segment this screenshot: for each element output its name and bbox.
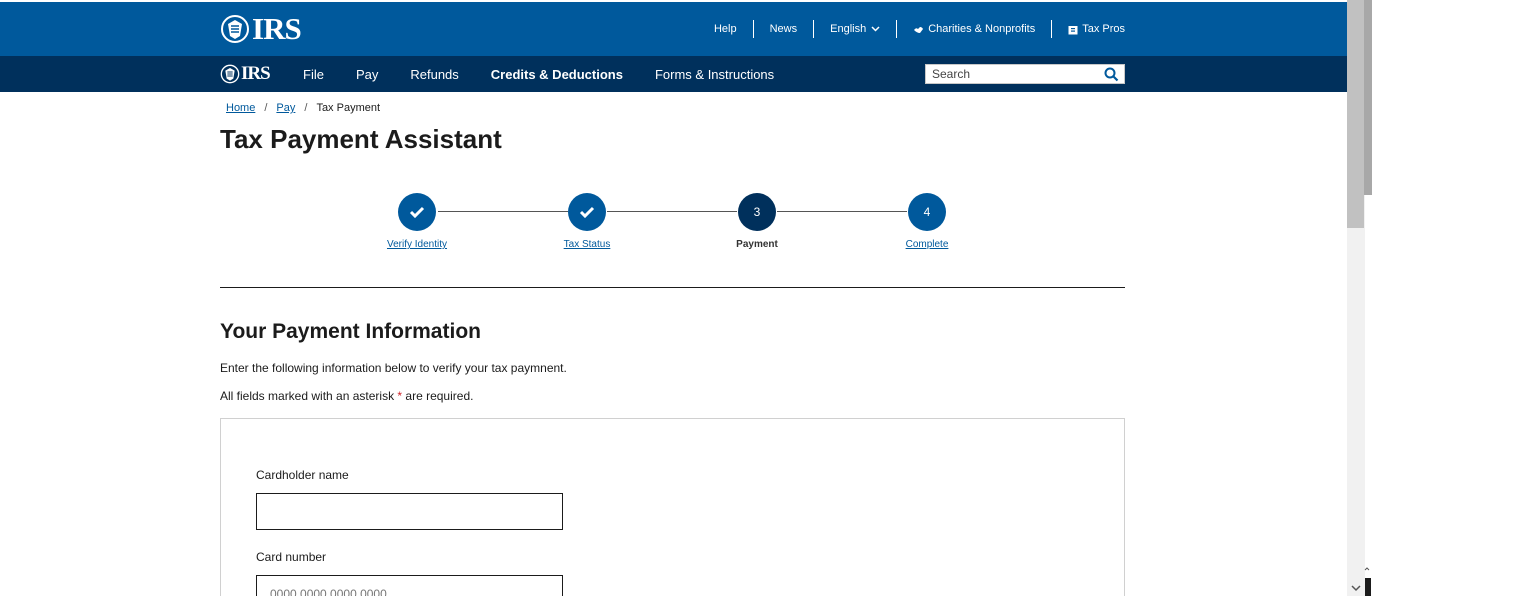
step-label: Payment: [736, 239, 778, 250]
step-complete[interactable]: 4 Complete: [887, 193, 967, 250]
breadcrumb-separator: /: [264, 102, 268, 114]
scrollbar-gap: [1365, 195, 1372, 596]
section-title: Your Payment Information: [220, 320, 481, 343]
required-suffix: are required.: [402, 389, 474, 403]
step-circle-current: 3: [738, 193, 776, 231]
step-label: Complete: [905, 239, 949, 250]
search-box: [925, 64, 1125, 84]
required-note: All fields marked with an asterisk * are…: [220, 389, 473, 403]
page-title: Tax Payment Assistant: [220, 124, 502, 154]
card-number-input[interactable]: [256, 575, 563, 596]
scroll-up-arrow-icon[interactable]: [1364, 566, 1370, 572]
breadcrumb-pay[interactable]: Pay: [276, 102, 295, 114]
nav-item-credits-deductions[interactable]: Credits & Deductions: [491, 67, 623, 82]
nav-links: File Pay Refunds Credits & Deductions Fo…: [303, 56, 806, 92]
tax-pros-label: Tax Pros: [1082, 23, 1125, 35]
logo-text: IRS: [252, 11, 302, 46]
charities-label: Charities & Nonprofits: [928, 23, 1036, 35]
scrollbar-thumb[interactable]: [1347, 0, 1364, 228]
progress-stepper: Verify Identity Tax Status 3 Payment 4 C…: [380, 193, 970, 253]
chevron-down-icon: [871, 26, 880, 32]
cardholder-name-label: Cardholder name: [256, 468, 349, 482]
irs-logo[interactable]: IRS: [220, 11, 302, 46]
handshake-icon: [914, 26, 924, 33]
nav-item-file[interactable]: File: [303, 67, 324, 82]
cardholder-name-input[interactable]: [256, 493, 563, 530]
required-prefix: All fields marked with an asterisk: [220, 389, 398, 403]
news-label: News: [769, 23, 798, 35]
step-verify-identity[interactable]: Verify Identity: [377, 193, 457, 250]
help-label: Help: [713, 23, 737, 35]
step-tax-status[interactable]: Tax Status: [547, 193, 627, 250]
search-icon[interactable]: [1104, 67, 1119, 82]
step-circle-done: [398, 193, 436, 231]
main-nav: IRS File Pay Refunds Credits & Deduction…: [0, 56, 1347, 92]
utility-nav: Help News English Charities & Nonprofits…: [698, 20, 1125, 38]
breadcrumb-separator: /: [304, 102, 308, 114]
help-link[interactable]: Help: [698, 20, 753, 38]
irs-logo-small[interactable]: IRS: [220, 63, 271, 84]
scrollbar-thumb-secondary[interactable]: [1364, 0, 1372, 195]
tax-pros-link[interactable]: Tax Pros: [1051, 20, 1125, 38]
eagle-icon: [221, 15, 249, 43]
breadcrumb: Home / Pay / Tax Payment: [226, 102, 380, 114]
step-circle-done: [568, 193, 606, 231]
nav-item-pay[interactable]: Pay: [356, 67, 378, 82]
step-payment: 3 Payment: [717, 193, 797, 250]
nav-item-refunds[interactable]: Refunds: [410, 67, 458, 82]
scroll-down-arrow-icon[interactable]: [1350, 582, 1362, 594]
checkmark-icon: [579, 206, 595, 218]
step-circle-upcoming: 4: [908, 193, 946, 231]
section-divider: [220, 287, 1125, 288]
scrollbar-marker: [1365, 578, 1371, 596]
step-label: Tax Status: [563, 239, 611, 250]
logo-text: IRS: [241, 63, 271, 84]
language-selector[interactable]: English: [813, 20, 896, 38]
payment-form: Cardholder name Card number: [220, 418, 1125, 596]
nav-item-forms-instructions[interactable]: Forms & Instructions: [655, 67, 774, 82]
search-input[interactable]: [926, 65, 1096, 83]
language-label: English: [830, 23, 867, 35]
briefcase-icon: [1068, 25, 1078, 34]
top-header: IRS Help News English Charities & Nonpro…: [0, 2, 1347, 56]
charities-link[interactable]: Charities & Nonprofits: [896, 20, 1051, 38]
eagle-icon: [220, 64, 240, 84]
step-label: Verify Identity: [386, 239, 448, 250]
breadcrumb-current: Tax Payment: [316, 102, 381, 114]
news-link[interactable]: News: [752, 20, 814, 38]
card-number-label: Card number: [256, 550, 327, 564]
checkmark-icon: [409, 206, 425, 218]
breadcrumb-home[interactable]: Home: [226, 102, 255, 114]
instruction-text: Enter the following information below to…: [220, 361, 567, 375]
